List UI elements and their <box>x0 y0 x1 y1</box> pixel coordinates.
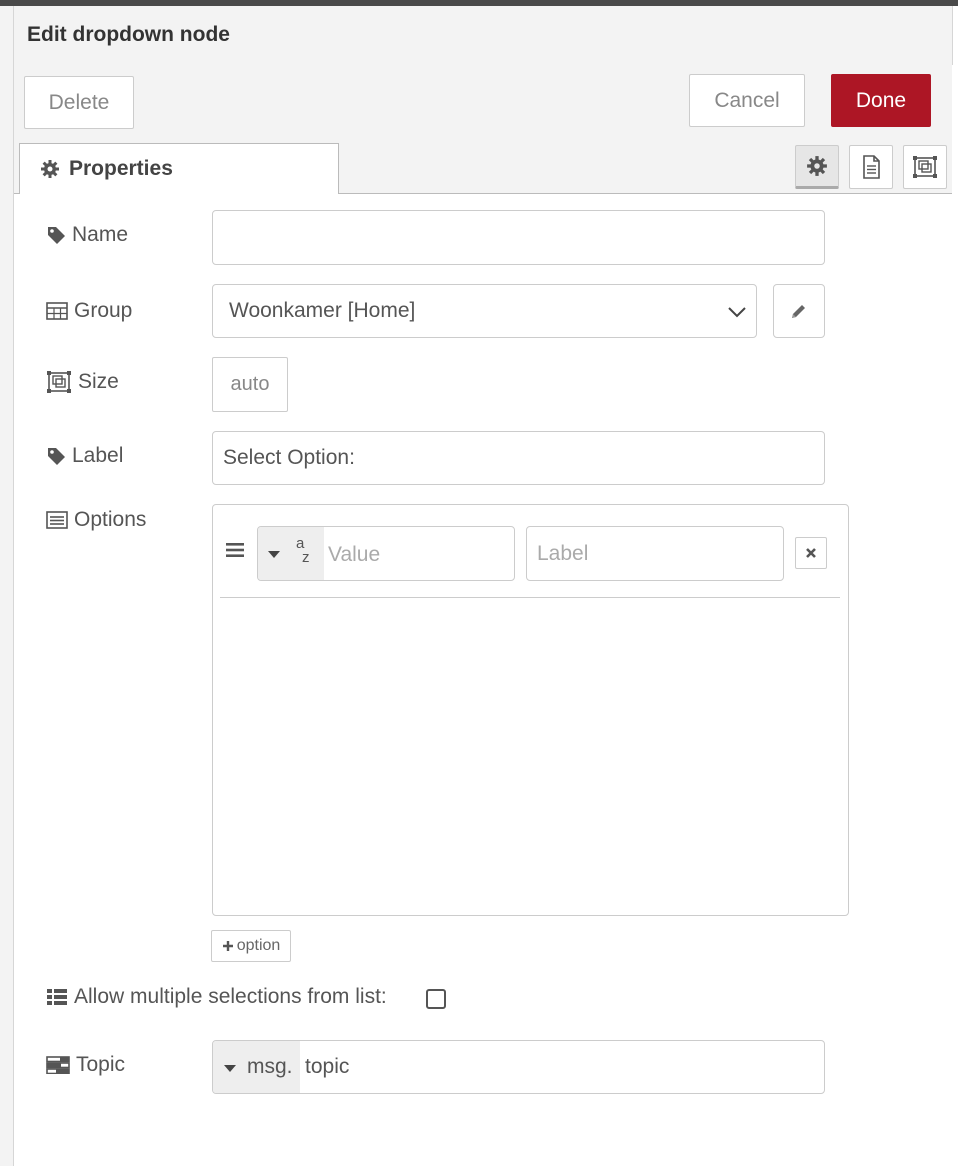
value-type-select[interactable]: az <box>258 527 324 580</box>
done-button[interactable]: Done <box>831 74 931 127</box>
tab-settings[interactable] <box>795 145 839 189</box>
multiple-label: Allow multiple selections from list: <box>46 985 387 1009</box>
tab-properties[interactable]: Properties <box>19 143 339 194</box>
tab-properties-label: Properties <box>69 157 173 180</box>
size-button[interactable]: auto <box>212 357 288 412</box>
frame-icon <box>913 156 937 178</box>
label-input[interactable] <box>212 431 825 485</box>
document-icon <box>863 155 880 179</box>
caret-down-icon <box>268 551 280 558</box>
cancel-button[interactable]: Cancel <box>689 74 805 127</box>
close-icon <box>806 548 816 558</box>
gear-icon <box>807 156 827 176</box>
gear-icon <box>41 160 59 178</box>
option-label-input[interactable] <box>526 526 784 581</box>
topic-prefix: msg. <box>247 1055 293 1078</box>
name-input[interactable] <box>212 210 825 265</box>
multiple-checkbox[interactable] <box>426 989 446 1009</box>
topic-label: Topic <box>46 1053 125 1077</box>
group-label: Group <box>46 299 132 323</box>
tag-icon <box>48 227 65 244</box>
topic-input[interactable]: msg. topic <box>212 1040 825 1094</box>
string-type-icon: az <box>296 535 310 566</box>
options-divider <box>220 597 840 598</box>
edit-group-button[interactable] <box>773 284 825 338</box>
caret-down-icon <box>224 1065 236 1072</box>
options-label: Options <box>46 508 146 532</box>
tag-icon <box>48 448 65 465</box>
tab-description[interactable] <box>849 145 893 189</box>
option-value-input[interactable]: az <box>257 526 515 581</box>
list-alt-icon <box>46 511 68 529</box>
remove-option-button[interactable] <box>795 537 827 569</box>
tray-toolbar <box>14 64 952 138</box>
table-icon <box>46 302 68 320</box>
tasks-icon <box>46 1056 70 1074</box>
topic-value[interactable]: topic <box>305 1055 349 1079</box>
frame-icon <box>47 371 71 393</box>
chevron-down-icon <box>728 307 746 318</box>
size-label: Size <box>46 370 119 394</box>
tray-header: Edit dropdown node <box>14 6 953 65</box>
plus-icon <box>222 941 233 951</box>
list-icon <box>47 989 67 1005</box>
drag-handle-icon[interactable] <box>225 540 245 560</box>
delete-button[interactable]: Delete <box>24 76 134 129</box>
group-select[interactable]: Woonkamer [Home] <box>212 284 757 338</box>
option-value-field[interactable] <box>324 527 514 580</box>
tab-appearance[interactable] <box>903 145 947 189</box>
label-field-label: Label <box>46 444 123 468</box>
tray-title: Edit dropdown node <box>27 23 230 46</box>
pencil-icon <box>792 305 805 318</box>
add-option-button[interactable]: option <box>211 930 291 962</box>
workspace-edge <box>0 6 14 1166</box>
name-label: Name <box>46 223 128 247</box>
topic-type-select[interactable]: msg. <box>213 1041 300 1093</box>
group-selected-value: Woonkamer [Home] <box>229 299 416 322</box>
